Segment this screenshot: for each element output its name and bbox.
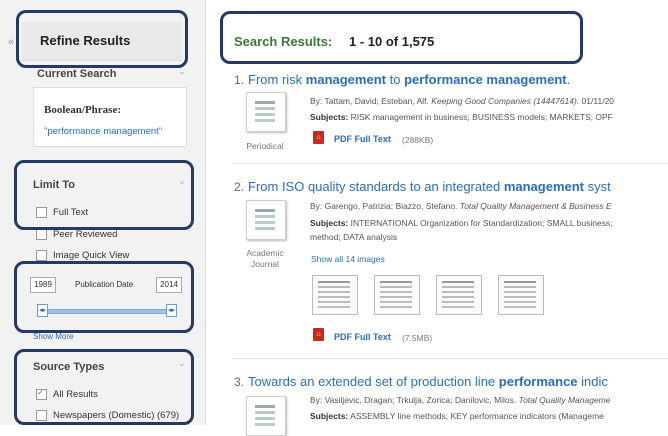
publication-type-label: Periodical [246,141,284,151]
pdf-icon[interactable]: ⌂ [313,131,324,144]
show-more-link[interactable]: Show More [33,332,73,341]
result-number: 3. [234,375,245,389]
pdf-icon[interactable]: ⌂ [313,328,324,341]
publication-type-icon [246,396,286,436]
result-subjects: Subjects: INTERNATIONAL Organization for… [310,218,613,228]
result-number: 1. [234,73,245,87]
image-thumbnail[interactable] [498,275,544,315]
peer-reviewed-checkbox[interactable] [36,229,47,240]
image-quick-view-label[interactable]: Image Quick View [53,250,129,261]
current-search-box: Boolean/Phrase: "performance management" [33,87,187,147]
result-number: 2. [234,180,245,194]
result-byline: By: Tattam, David; Esteban, Alf. Keeping… [310,96,615,106]
image-thumbnail[interactable] [436,275,482,315]
result-byline: By: Vasiljevic, Dragan; Trkulja, Zorica;… [310,395,611,405]
publication-type-label: Journal [251,259,279,269]
collapse-sidebar-icon[interactable]: « [8,36,14,48]
highlight-source-types [14,349,194,425]
publication-type-icon [246,92,286,132]
current-search-term[interactable]: "performance management" [44,126,162,137]
image-quick-view-checkbox[interactable] [36,250,47,261]
highlight-limit-to [14,160,194,230]
boolean-phrase-label: Boolean/Phrase: [44,104,121,116]
result-divider [232,163,668,164]
highlight-refine-results [16,10,188,68]
result-subjects: Subjects: RISK management in business; B… [310,112,613,122]
pdf-size: (7.5MB) [402,333,433,343]
result-title-link[interactable]: From risk management to performance mana… [248,72,570,87]
result-subjects-cont: method; DATA analysis [310,232,398,242]
show-all-images-link[interactable]: Show all 14 images [311,254,385,264]
image-thumbnail[interactable] [374,275,420,315]
result-byline: By: Garengo, Patrizia; Biazzo, Stefano. … [310,201,612,211]
result-divider [232,358,668,359]
result-subjects: Subjects: ASSEMBLY line methods; KEY per… [310,411,604,421]
image-thumbnail[interactable] [312,275,358,315]
pdf-size: (288KB) [402,135,434,145]
peer-reviewed-label[interactable]: Peer Reviewed [53,229,117,240]
result-title-link[interactable]: From ISO quality standards to an integra… [248,179,611,194]
current-search-title[interactable]: Current Search [37,68,116,80]
publication-type-icon [246,200,286,240]
result-title-link[interactable]: Towards an extended set of production li… [248,374,608,389]
pdf-full-text-link[interactable]: PDF Full Text [334,134,391,144]
pdf-full-text-link[interactable]: PDF Full Text [334,332,391,342]
publication-type-label: Academic [246,248,284,258]
highlight-publication-date [14,261,194,333]
highlight-search-results [220,11,583,64]
